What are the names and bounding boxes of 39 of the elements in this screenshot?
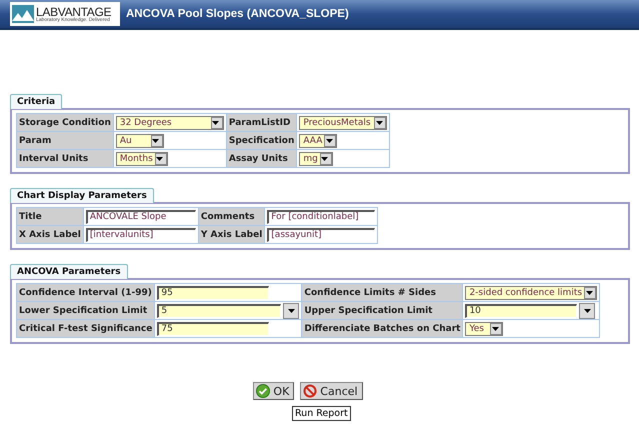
field-label: Assay Units [226, 150, 297, 168]
field-label: Storage Condition [16, 114, 114, 132]
tooltip: Run Report [292, 406, 351, 421]
prohibited-icon [303, 384, 318, 398]
field-label: Param [16, 132, 114, 150]
field-label: Y Axis Label [198, 226, 265, 244]
input-field[interactable]: 95 [157, 286, 270, 300]
field-label: Interval Units [16, 150, 114, 168]
field-label: X Axis Label [16, 226, 84, 244]
dropdown-field[interactable]: 2-sided confidence limits [465, 286, 598, 300]
input-field[interactable]: 5 [157, 304, 282, 318]
field-label: Upper Specification Limit [302, 302, 463, 320]
field-label: Specification [226, 132, 297, 150]
dropdown-field[interactable]: Au [116, 134, 164, 148]
field-label: Confidence Interval (1-99) [16, 284, 155, 302]
field-label: Comments [198, 208, 265, 226]
field-label: Lower Specification Limit [16, 302, 155, 320]
field-label: Differenciate Batches on Chart [302, 320, 463, 338]
dropdown-field[interactable]: Yes [465, 322, 504, 336]
field-label: Critical F-test Significance [16, 320, 155, 338]
field-label: Confidence Limits # Sides [302, 284, 463, 302]
window-title: ANCOVA Pool Slopes (ANCOVA_SLOPE) [126, 8, 349, 20]
dropdown-field[interactable]: mg [299, 152, 333, 166]
input-field[interactable]: For [conditionlabel] [267, 210, 376, 224]
input-field[interactable]: [assayunit] [267, 228, 376, 242]
dropdown-field[interactable]: AAA [299, 134, 338, 148]
check-icon [256, 384, 270, 398]
input-field[interactable]: 75 [157, 322, 270, 336]
brand-name: LABVANTAGE [36, 6, 112, 18]
dropdown-field[interactable]: Months [116, 152, 168, 166]
field-label: Title [16, 208, 84, 226]
dropdown-field[interactable]: 32 Degrees [116, 116, 224, 130]
dropdown-field[interactable]: PreciousMetals [299, 116, 388, 130]
cancel-button[interactable]: Cancel [300, 382, 363, 400]
input-field[interactable]: 10 [465, 304, 578, 318]
field-label: ParamListID [226, 114, 297, 132]
input-field[interactable]: ANCOVALE Slope [86, 210, 196, 224]
ok-button[interactable]: OK [253, 382, 294, 400]
input-field[interactable]: [intervalunits] [86, 228, 196, 242]
